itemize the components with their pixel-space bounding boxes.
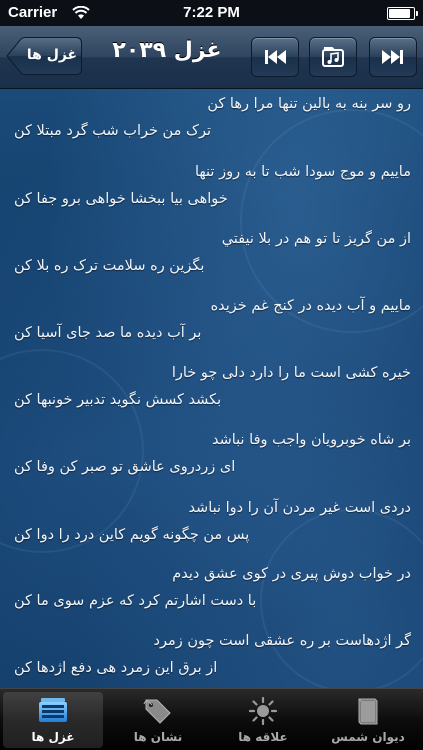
poem-content[interactable]: رو سر بنه به بالین تنها مرا رها کن ترک م…: [0, 89, 423, 693]
background-ornament: [260, 509, 423, 693]
battery-icon: [387, 7, 418, 20]
ghazal-list-icon: [39, 698, 67, 722]
sun-icon: [248, 696, 278, 726]
verse-line-2: ای زردروی عاشق تو صبر کن وفا کن: [14, 459, 236, 475]
verse-line-1: ماییم و موج سودا شب تا به روز تنها: [194, 164, 411, 180]
status-bar: Carrier 7:22 PM: [0, 0, 423, 26]
verse-line-2: بکشد کسش نگوید تدبیر خونبها کن: [14, 392, 222, 408]
tab-label: نشان ها: [133, 730, 183, 744]
verse-line-2: با دست اشارتم کرد که عزم سوی ما کن: [14, 593, 257, 609]
verse-line-2: ترک من خراب شب گرد مبتلا کن: [14, 123, 211, 139]
next-button[interactable]: [369, 37, 417, 77]
tab-label: علاقه ها: [238, 730, 288, 744]
verse-line-2: از برق این زمرد هی دفع اژدها کن: [14, 660, 218, 676]
verse-line-1: رو سر بنه به بالین تنها مرا رها کن: [207, 96, 411, 112]
verse-line-1: دردی است غیر مردن آن را دوا نباشد: [188, 500, 411, 516]
verse-line-1: گر اژدهاست بر ره عشقی است چون زمرد: [153, 633, 412, 649]
app-screen: Carrier 7:22 PM غزل ها غزل ۲۰۳۹ رو سر بن…: [0, 0, 423, 750]
verse-line-2: پس من چگونه گویم کاین درد را دوا کن: [14, 527, 250, 543]
verse-line-1: از من گریز تا تو هم در بلا نیفتي: [221, 231, 411, 247]
tab-ghazals[interactable]: غزل ها: [3, 692, 103, 748]
background-ornament: [0, 349, 144, 553]
skip-forward-icon: [382, 50, 403, 64]
verse-line-2: بر آب دیده ما صد جای آسیا کن: [14, 325, 202, 341]
tab-label: دیوان شمس: [331, 730, 405, 744]
previous-button[interactable]: [251, 37, 299, 77]
music-button[interactable]: [309, 37, 357, 77]
back-button-label: غزل ها: [26, 47, 78, 63]
tab-bar: غزل ها نشان ها علاقه ها دیوان شمس: [0, 688, 423, 750]
tab-favorites[interactable]: علاقه ها: [213, 692, 313, 748]
verse-line-1: خیره کشی است ما را دارد دلی چو خارا: [171, 365, 411, 381]
tag-icon: [143, 699, 171, 724]
navigation-bar: غزل ها غزل ۲۰۳۹: [0, 26, 423, 89]
skip-back-icon: [265, 50, 286, 64]
page-title: غزل ۲۰۳۹: [112, 38, 222, 63]
verse-line-1: ماییم و آب دیده در کنج غم خزیده: [210, 298, 411, 314]
verse-line-1: در خواب دوش پیری در کوی عشق دیدم: [172, 566, 411, 582]
clock: 7:22 PM: [183, 4, 240, 21]
back-button[interactable]: غزل ها: [6, 37, 82, 75]
book-icon: [358, 698, 378, 725]
verse-line-2: بگزین ره سلامت ترک ره بلا کن: [14, 258, 205, 274]
verse-line-1: بر شاه خوبرویان واجب وفا نباشد: [211, 432, 411, 448]
verse-line-2: خواهی بیا ببخشا خواهی برو جفا کن: [14, 191, 228, 207]
music-folder-icon: [322, 47, 344, 67]
tab-label: غزل ها: [31, 730, 75, 744]
tab-divan[interactable]: دیوان شمس: [318, 692, 418, 748]
tab-bookmarks[interactable]: نشان ها: [108, 692, 208, 748]
